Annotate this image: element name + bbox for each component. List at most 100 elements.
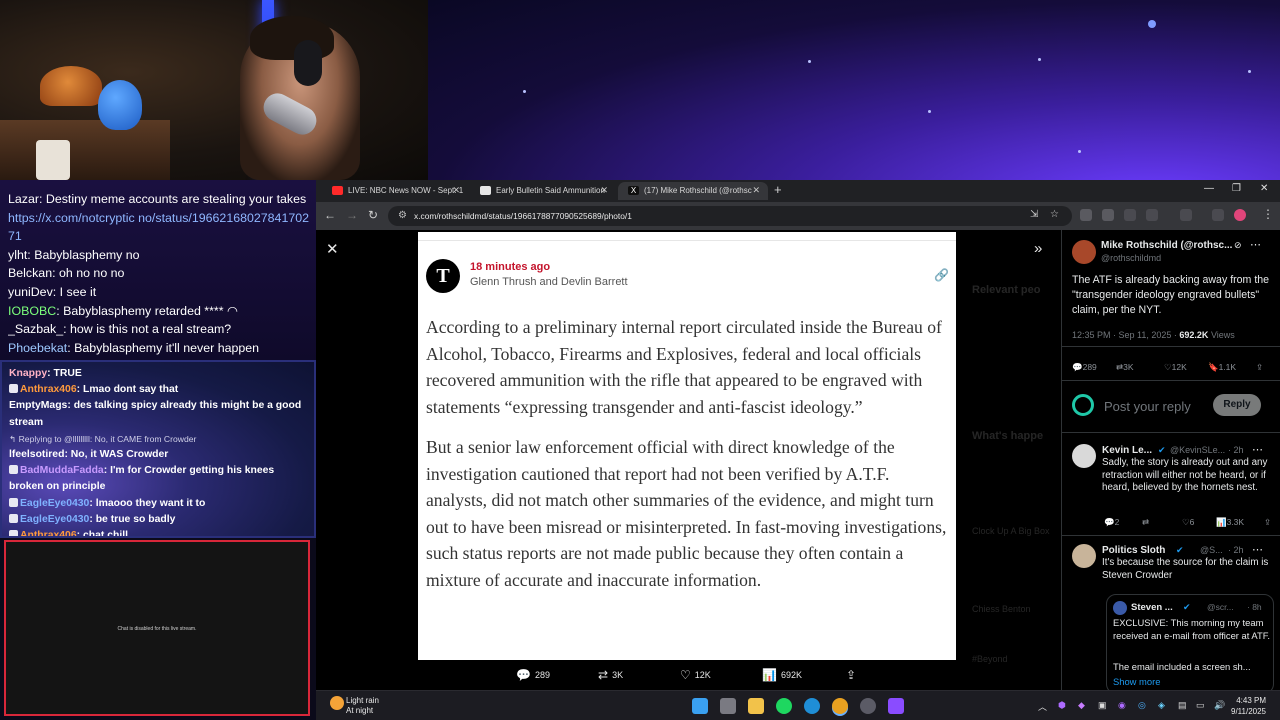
tab-nbc-news[interactable]: LIVE: NBC News NOW - Sept. 1 ✕ [322, 182, 468, 200]
like-stat[interactable]: ♡ 6 [1182, 517, 1194, 528]
chat-username[interactable]: Phoebekat [8, 341, 67, 355]
tray-app-icon[interactable]: ◎ [1138, 700, 1146, 711]
file-explorer-icon[interactable] [748, 698, 764, 714]
chat-username[interactable]: IOBOBC [8, 304, 56, 318]
reload-icon[interactable]: ↻ [368, 208, 378, 222]
repost-icon[interactable]: ⇄ [1142, 517, 1149, 528]
more-icon[interactable]: ⋯ [1252, 443, 1263, 456]
install-app-icon[interactable]: ⇲ [1030, 209, 1038, 220]
tray-app-icon[interactable]: ◉ [1118, 700, 1126, 711]
chat-username[interactable]: ylht [8, 248, 27, 262]
like-stat[interactable]: ♡ 12K [1164, 362, 1187, 373]
close-tab-icon[interactable]: ✕ [600, 185, 608, 196]
chat-username[interactable]: lfeelsotired [9, 449, 64, 460]
reply-stat[interactable]: 💬 289 [1072, 362, 1097, 373]
window-close-icon[interactable]: ✕ [1260, 183, 1268, 194]
chat-username[interactable]: yuniDev [8, 285, 53, 299]
volume-icon[interactable]: 🔊 [1214, 700, 1225, 711]
reply-author[interactable]: Politics Sloth [1102, 545, 1165, 556]
extension-icon[interactable] [1124, 209, 1136, 221]
chat-username[interactable]: EagleEye0430 [20, 514, 89, 525]
spotify-icon[interactable] [776, 698, 792, 714]
views-stat[interactable]: 📊 3.3K [1216, 517, 1244, 528]
reply-age[interactable]: · 2h [1228, 545, 1244, 555]
mushroom-figure [40, 66, 102, 106]
edge-icon[interactable] [804, 698, 820, 714]
tray-app-icon[interactable]: ◈ [1158, 700, 1165, 711]
profile-avatar[interactable] [1234, 209, 1246, 221]
close-tab-icon[interactable]: ✕ [752, 185, 760, 196]
tray-chevron-icon[interactable]: ︿ [1038, 700, 1047, 713]
author-name[interactable]: Mike Rothschild (@rothsc... [1101, 240, 1232, 251]
media-controls-icon[interactable] [1212, 209, 1224, 221]
chat-link[interactable]: https://x.com/notcryptic no/status/19662… [8, 209, 310, 246]
system-clock[interactable]: 4:43 PM 9/11/2025 [1231, 695, 1266, 717]
tray-app-icon[interactable]: ▤ [1178, 700, 1187, 711]
minimize-icon[interactable]: — [1204, 183, 1214, 194]
extension-icon[interactable] [1102, 209, 1114, 221]
sidebar-icon[interactable] [1180, 209, 1192, 221]
reply-input[interactable]: Post your reply [1104, 399, 1191, 414]
views-action[interactable]: 📊 692K [762, 668, 802, 682]
tab-nyt-article[interactable]: Early Bulletin Said Ammunition ✕ [470, 182, 616, 200]
bookmark-star-icon[interactable]: ☆ [1050, 209, 1059, 220]
share-action[interactable]: ⇪ [846, 668, 860, 682]
chat-username[interactable]: Anthrax406 [20, 530, 77, 536]
more-icon[interactable]: ⋯ [1252, 543, 1263, 556]
tweet-timestamp[interactable]: 12:35 PM · Sep 11, 2025 · [1072, 330, 1179, 340]
share-icon[interactable]: ⇪ [1256, 362, 1263, 373]
bookmark-stat[interactable]: 🔖 1.1K [1208, 362, 1236, 373]
task-view-icon[interactable] [720, 698, 736, 714]
chat-username[interactable]: BadMuddaFadda [20, 465, 104, 476]
show-more-link[interactable]: Show more [1113, 674, 1160, 689]
share-icon[interactable]: ⇪ [1264, 517, 1271, 528]
back-icon[interactable]: ← [324, 208, 336, 222]
app-icon[interactable] [860, 698, 876, 714]
extension-icon[interactable] [1080, 209, 1092, 221]
reply-avatar[interactable] [1072, 544, 1096, 568]
chat-username[interactable]: Lazar [8, 192, 39, 206]
repost-action[interactable]: ⇄ 3K [598, 668, 623, 682]
tray-app-icon[interactable]: ⬢ [1058, 700, 1066, 711]
reply-button[interactable]: Reply [1213, 394, 1261, 416]
reply-stat[interactable]: 💬 2 [1104, 517, 1119, 528]
chrome-icon[interactable] [832, 698, 848, 714]
extensions-puzzle-icon[interactable] [1146, 209, 1158, 221]
collapse-panel-icon[interactable]: » [1034, 240, 1042, 257]
start-icon[interactable] [692, 698, 708, 714]
author-handle[interactable]: @rothschildmd [1101, 253, 1161, 263]
chat-username[interactable]: Belckan [8, 266, 52, 280]
repost-stat[interactable]: ⇄ 3K [1116, 362, 1134, 373]
reply-avatar[interactable] [1072, 444, 1096, 468]
site-settings-icon[interactable]: ⚙ [398, 210, 407, 221]
chat-username[interactable]: EmptyMags [9, 400, 67, 411]
tray-app-icon[interactable]: ▣ [1098, 700, 1107, 711]
close-tab-icon[interactable]: ✕ [452, 185, 460, 196]
menu-icon[interactable]: ⋮ [1262, 207, 1274, 221]
close-photo-icon[interactable]: ✕ [326, 240, 339, 258]
reply-handle[interactable]: @S... [1200, 545, 1223, 555]
chat-username[interactable]: Knappy [9, 368, 47, 379]
tray-app-icon[interactable]: ◆ [1078, 700, 1085, 711]
chat-username[interactable]: Anthrax406 [20, 384, 77, 395]
weather-widget[interactable]: Light rain At night [330, 696, 379, 716]
grok-icon[interactable]: ⊘ [1234, 240, 1242, 251]
reply-action[interactable]: 💬 289 [516, 668, 550, 682]
forward-icon[interactable]: → [346, 208, 358, 222]
like-action[interactable]: ♡ 12K [680, 668, 711, 682]
address-bar[interactable]: ⚙ x.com/rothschildmd/status/196617887709… [388, 206, 1072, 226]
author-avatar[interactable] [1072, 240, 1096, 264]
chat-username[interactable]: EagleEye0430 [20, 498, 89, 509]
reply-age[interactable]: · 2h [1228, 445, 1244, 455]
tab-x-post[interactable]: X (17) Mike Rothschild (@rothsc ✕ [618, 182, 768, 200]
chat-username[interactable]: _Sazbak_ [8, 322, 63, 336]
more-icon[interactable]: ⋯ [1250, 238, 1261, 251]
quoted-post[interactable]: Steven ... ✔ @scr... · 8h EXCLUSIVE: Thi… [1106, 594, 1274, 690]
maximize-icon[interactable]: ❐ [1232, 183, 1241, 194]
reply-author[interactable]: Kevin Le... [1102, 445, 1152, 456]
url-text[interactable]: x.com/rothschildmd/status/19661788770905… [414, 211, 632, 221]
network-icon[interactable]: ▭ [1196, 700, 1205, 711]
new-tab-icon[interactable]: + [774, 182, 782, 197]
obs-icon[interactable] [888, 698, 904, 714]
reply-handle[interactable]: @KevinSLe... [1170, 445, 1225, 455]
